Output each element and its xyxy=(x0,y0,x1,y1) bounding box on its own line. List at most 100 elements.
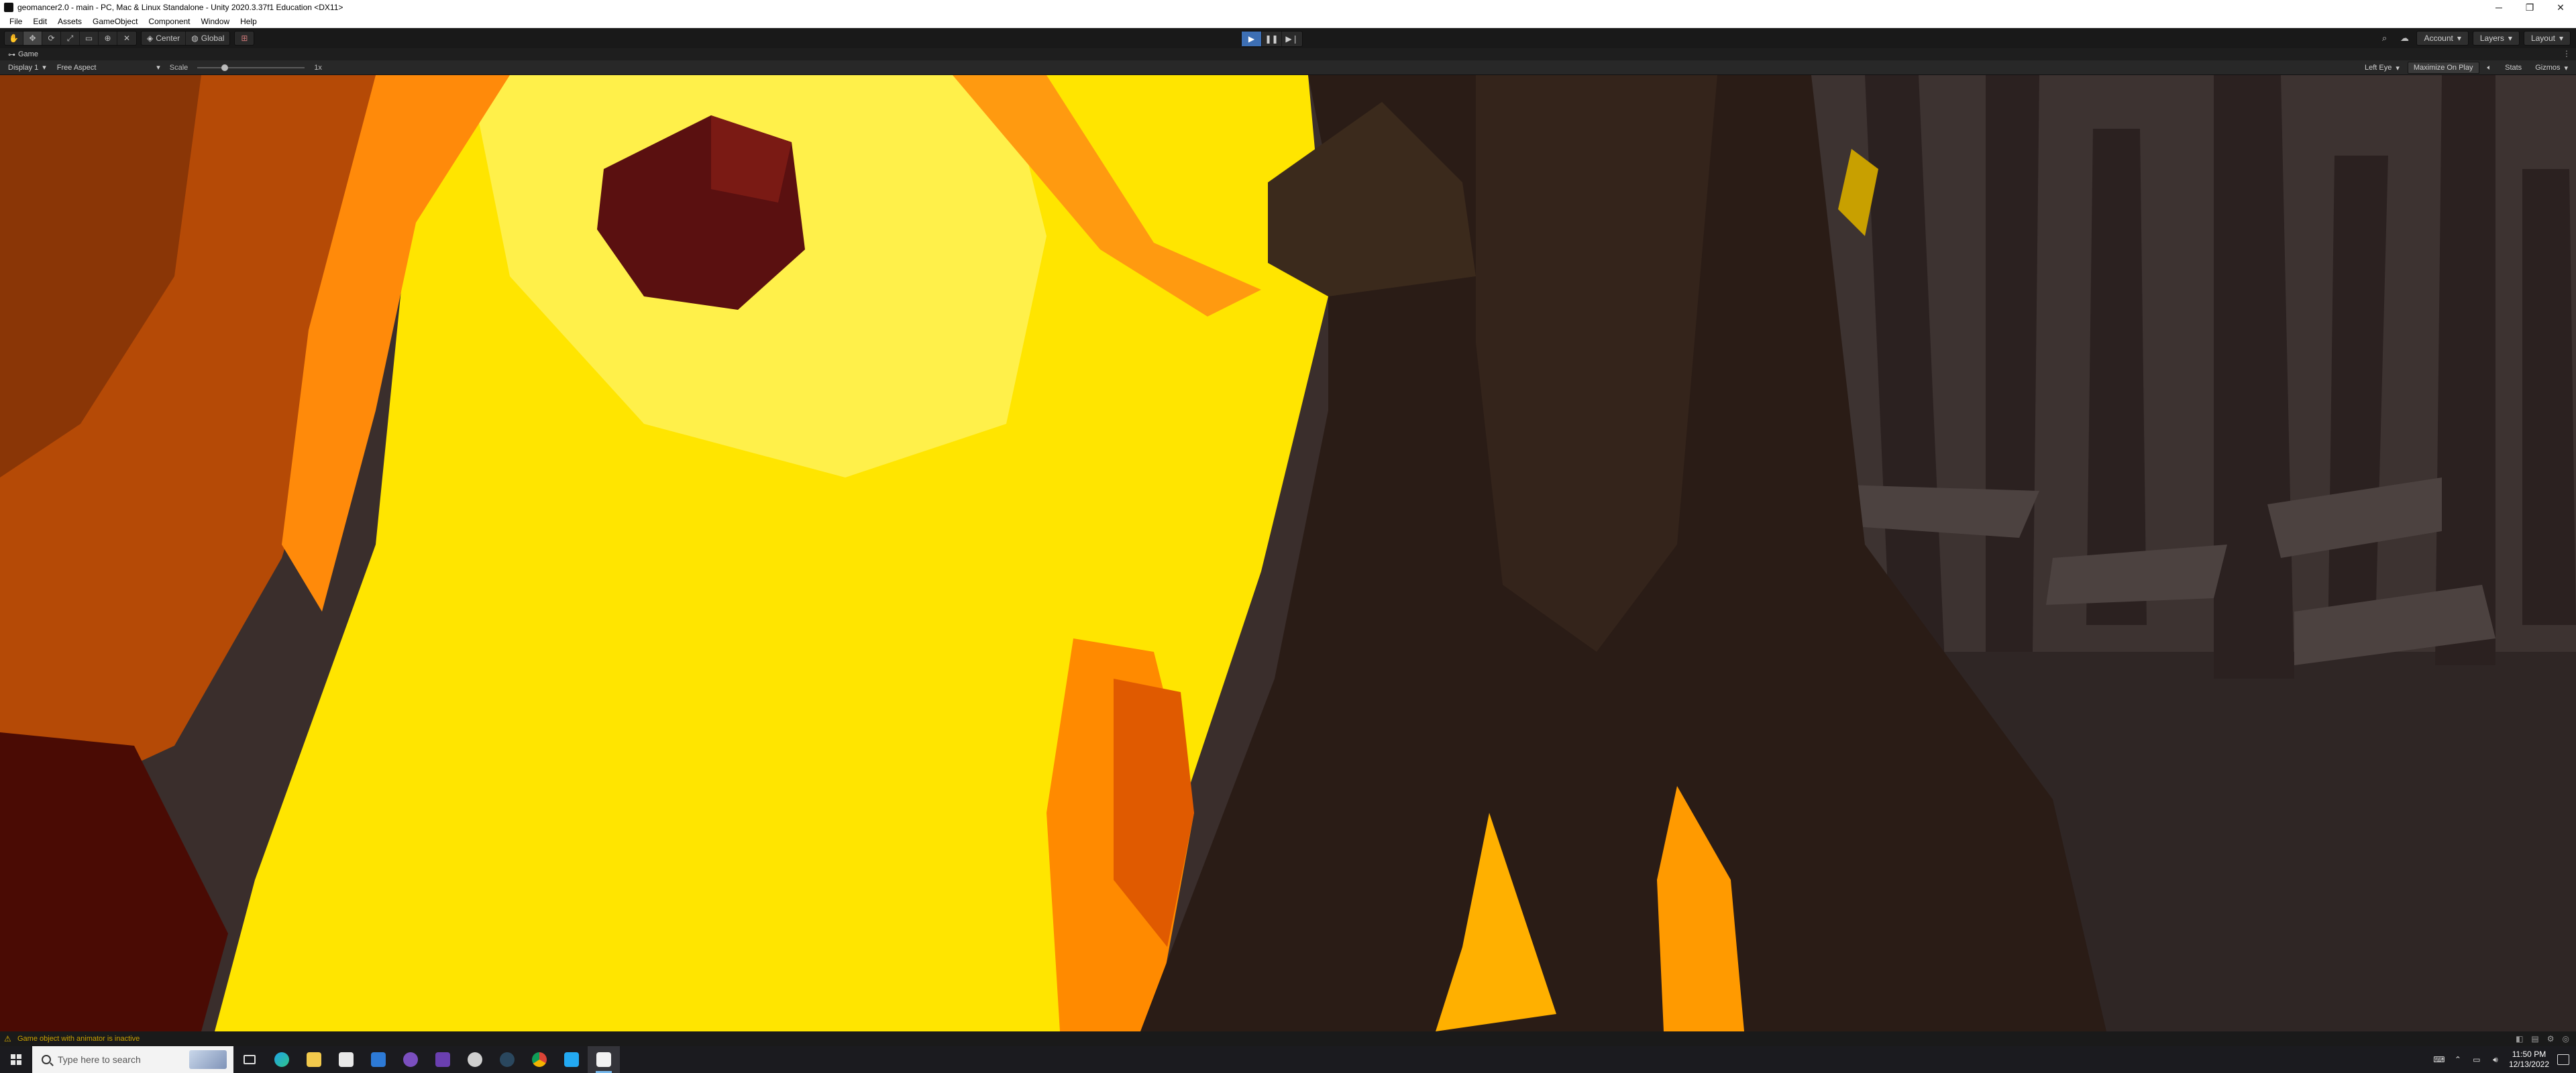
start-button[interactable] xyxy=(0,1046,32,1073)
game-tab-row: ⊶ Game ⋮ xyxy=(0,48,2576,60)
windows-logo-icon xyxy=(11,1054,21,1065)
menu-edit[interactable]: Edit xyxy=(28,17,52,26)
game-view-bar-right: Left Eye ▾ Maximize On Play 🔈︎ Stats Gizm… xyxy=(2359,62,2573,74)
scale-slider[interactable] xyxy=(197,64,305,72)
game-viewport[interactable] xyxy=(0,75,2576,1031)
pivot-tools: ◈ Center ◍ Global xyxy=(141,31,231,46)
chevron-down-icon: ▾ xyxy=(42,64,46,72)
vscode-button[interactable] xyxy=(555,1046,588,1073)
pivot-center-button[interactable]: ◈ Center xyxy=(142,32,186,45)
window-titlebar: geomancer2.0 - main - PC, Mac & Linux St… xyxy=(0,0,2576,15)
mail-button[interactable] xyxy=(362,1046,394,1073)
notification-icon[interactable] xyxy=(2557,1054,2569,1065)
snap-tools: ⊞ xyxy=(234,31,255,46)
unity-editor-button[interactable] xyxy=(588,1046,620,1073)
store-icon xyxy=(339,1052,354,1067)
snap-icon[interactable]: ⊞ xyxy=(235,32,254,45)
taskbar-clock[interactable]: 11:50 PM 12/13/2022 xyxy=(2509,1050,2549,1070)
display-dropdown[interactable]: Display 1 ▾ xyxy=(3,63,52,72)
task-view-icon xyxy=(244,1055,256,1064)
search-highlight-image xyxy=(189,1050,227,1069)
chevron-down-icon: ▾ xyxy=(2564,64,2568,72)
chrome-icon xyxy=(532,1052,547,1067)
eye-dropdown[interactable]: Left Eye ▾ xyxy=(2359,64,2405,72)
console-status-message[interactable]: Game object with animator is inactive xyxy=(17,1035,140,1043)
move-tool-icon[interactable]: ✥ xyxy=(23,32,42,45)
layers-dropdown[interactable]: Layers ▾ xyxy=(2472,31,2520,46)
cloud-icon[interactable]: ☁ xyxy=(2396,31,2412,46)
tab-game-label: Game xyxy=(18,50,38,58)
windows-taskbar: Type here to search ⌨ ⌃ ▭ 🔊︎ 11:50 PM 12… xyxy=(0,1046,2576,1073)
play-button[interactable]: ▶ xyxy=(1242,32,1262,46)
aspect-label: Free Aspect xyxy=(56,63,97,72)
keyboard-icon[interactable]: ⌨ xyxy=(2433,1055,2445,1064)
minimize-button[interactable]: ─ xyxy=(2483,0,2514,15)
game-view-bar: Display 1 ▾ Free Aspect ▾ Scale 1x Left Ey… xyxy=(0,60,2576,75)
file-explorer-button[interactable] xyxy=(298,1046,330,1073)
status-bar-right: ◧ ▤ ⚙ ◎ xyxy=(2516,1034,2569,1043)
store-button[interactable] xyxy=(330,1046,362,1073)
taskbar-search-placeholder: Type here to search xyxy=(58,1054,141,1065)
toolbar-right: ⌕ ☁ Account ▾ Layers ▾ Layout ▾ xyxy=(2376,31,2571,46)
network-icon[interactable]: ▭ xyxy=(2471,1055,2482,1064)
chevron-up-icon[interactable]: ⌃ xyxy=(2453,1055,2463,1064)
hand-tool-icon[interactable]: ✋ xyxy=(5,32,23,45)
stats-button[interactable]: Stats xyxy=(2500,62,2527,74)
account-dropdown[interactable]: Account ▾ xyxy=(2416,31,2469,46)
main-toolbar: ✋ ✥ ⟳ ⤢ ▭ ⊕ ✕ ◈ Center ◍ Global ⊞ ▶ ❚❚ ▶❘ … xyxy=(0,28,2576,48)
unity-hub-button[interactable] xyxy=(459,1046,491,1073)
menu-help[interactable]: Help xyxy=(235,17,262,26)
menu-gameobject[interactable]: GameObject xyxy=(87,17,143,26)
window-title: geomancer2.0 - main - PC, Mac & Linux St… xyxy=(17,3,343,12)
search-icon[interactable]: ⌕ xyxy=(2376,31,2392,46)
unity-icon xyxy=(596,1052,611,1067)
github-button[interactable] xyxy=(394,1046,427,1073)
pivot-icon: ◈ xyxy=(147,34,154,43)
layout-dropdown[interactable]: Layout ▾ xyxy=(2523,31,2571,46)
rect-tool-icon[interactable]: ▭ xyxy=(80,32,99,45)
scale-value: 1x xyxy=(314,63,322,72)
custom-tool-icon[interactable]: ✕ xyxy=(117,32,136,45)
menu-file[interactable]: File xyxy=(4,17,28,26)
transform-tool-icon[interactable]: ⊕ xyxy=(99,32,117,45)
tab-game[interactable]: ⊶ Game xyxy=(4,50,42,59)
maximize-on-play-button[interactable]: Maximize On Play xyxy=(2407,62,2479,74)
transform-tools: ✋ ✥ ⟳ ⤢ ▭ ⊕ ✕ xyxy=(4,31,137,46)
scale-slider-knob[interactable] xyxy=(221,64,229,71)
game-render-image xyxy=(0,75,2576,1031)
volume-icon[interactable]: 🔊︎ xyxy=(2490,1055,2501,1064)
steam-button[interactable] xyxy=(491,1046,523,1073)
aspect-dropdown[interactable]: Free Aspect ▾ xyxy=(52,63,166,72)
gizmos-label: Gizmos xyxy=(2535,64,2561,72)
edge-button[interactable] xyxy=(266,1046,298,1073)
step-button[interactable]: ▶❘ xyxy=(1282,32,1302,46)
steam-icon xyxy=(500,1052,515,1067)
menu-assets[interactable]: Assets xyxy=(52,17,87,26)
close-button[interactable]: ✕ xyxy=(2545,0,2576,15)
pivot-global-button[interactable]: ◍ Global xyxy=(186,32,229,45)
taskbar-search[interactable]: Type here to search xyxy=(32,1046,233,1073)
pause-button[interactable]: ❚❚ xyxy=(1262,32,1282,46)
layout-label: Layout xyxy=(2530,34,2555,43)
maximize-button[interactable]: ❐ xyxy=(2514,0,2545,15)
chevron-down-icon: ▾ xyxy=(2559,34,2563,43)
scale-tool-icon[interactable]: ⤢ xyxy=(61,32,80,45)
tab-menu-icon[interactable]: ⋮ xyxy=(2563,49,2571,58)
mute-audio-icon[interactable]: 🔈︎ xyxy=(2482,62,2498,74)
github-icon xyxy=(403,1052,418,1067)
progress-icon: ◧ xyxy=(2516,1034,2524,1043)
gizmos-dropdown[interactable]: Gizmos ▾ xyxy=(2530,64,2573,72)
layers-label: Layers xyxy=(2479,34,2504,43)
vscode-icon xyxy=(564,1052,579,1067)
rotate-tool-icon[interactable]: ⟳ xyxy=(42,32,61,45)
space-label: Global xyxy=(201,34,225,43)
scale-label: Scale xyxy=(169,63,189,72)
menu-component[interactable]: Component xyxy=(143,17,195,26)
unity-hub-icon xyxy=(468,1052,482,1067)
chevron-down-icon: ▾ xyxy=(156,64,160,72)
app-purple-button[interactable] xyxy=(427,1046,459,1073)
chrome-button[interactable] xyxy=(523,1046,555,1073)
menu-window[interactable]: Window xyxy=(195,17,235,26)
task-view-button[interactable] xyxy=(233,1046,266,1073)
app-purple-icon xyxy=(435,1052,450,1067)
